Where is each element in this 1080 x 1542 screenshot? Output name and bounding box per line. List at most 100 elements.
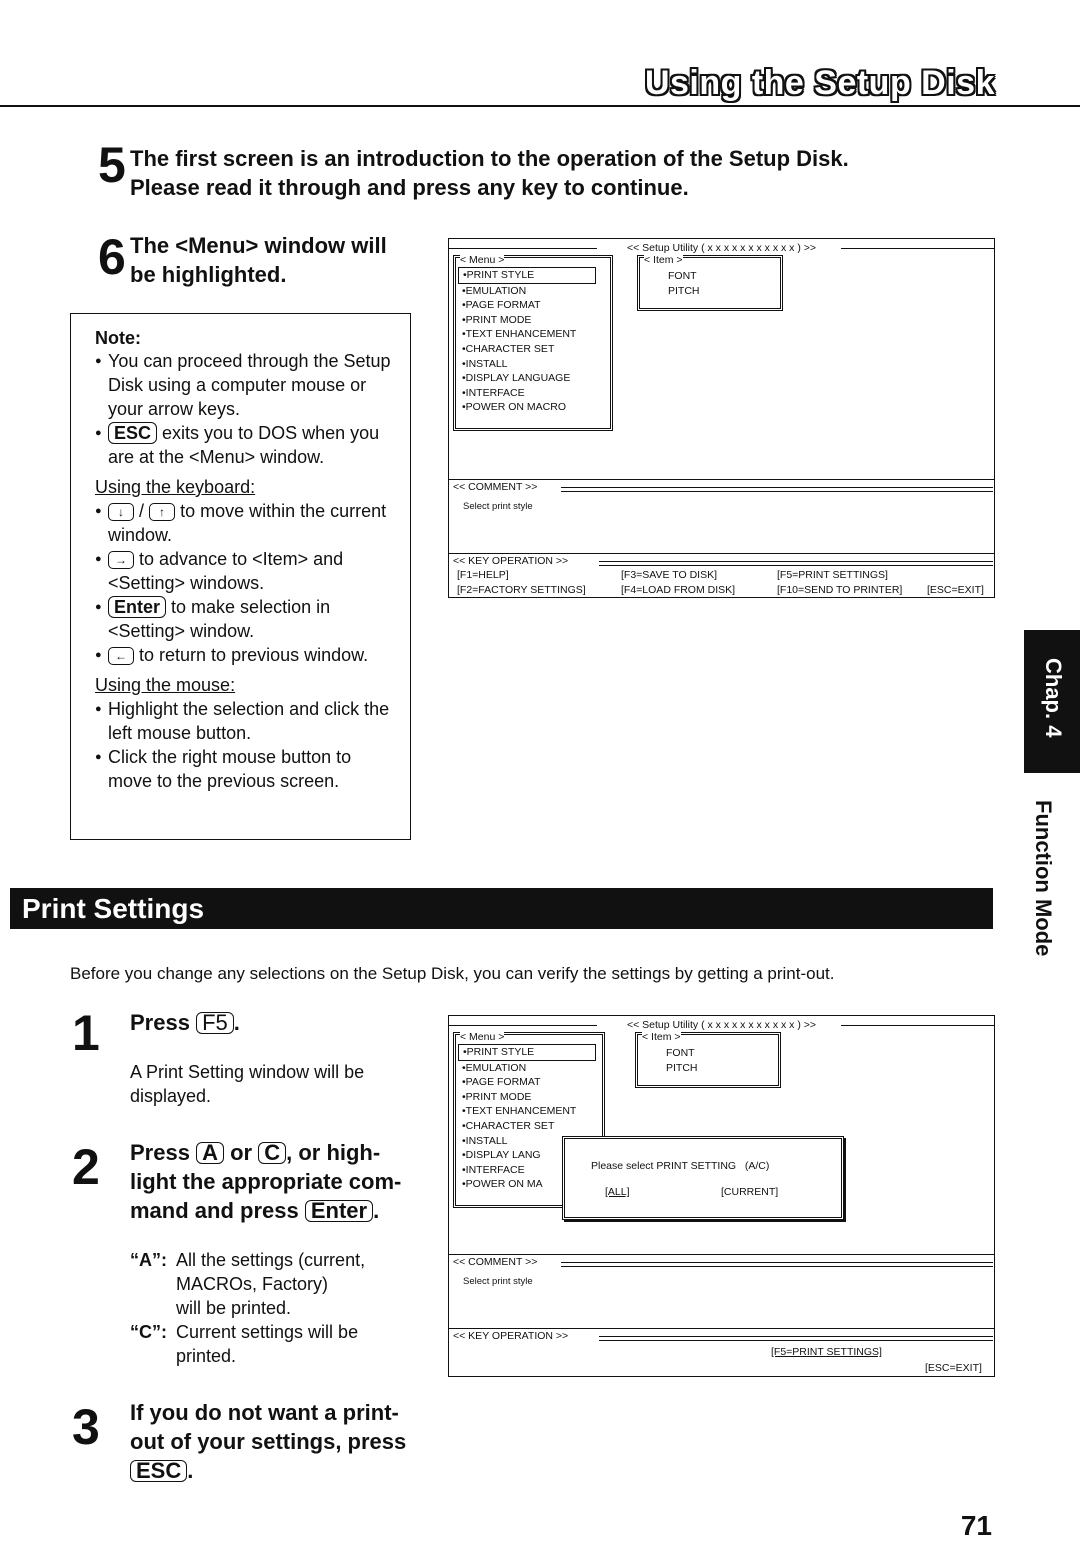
step-line: The first screen is an introduction to t… — [130, 146, 849, 171]
menu-item[interactable]: •DISPLAY LANGUAGE — [458, 371, 596, 386]
enter-key-icon: Enter — [108, 596, 167, 618]
comment-text: Select print style — [463, 501, 533, 512]
item-label: < Item > — [644, 253, 683, 268]
setup-utility-screen-1: << Setup Utility ( x x x x x x x x x x x… — [448, 238, 995, 598]
a-key-icon: A — [196, 1142, 224, 1164]
step-2-text: Press A or C, or high- light the appropr… — [130, 1138, 440, 1225]
setup-utility-screen-2: << Setup Utility ( x x x x x x x x x x x… — [448, 1015, 995, 1377]
note-bullet: Highlight the selection and click the le… — [95, 697, 398, 745]
key-op-esc[interactable]: [ESC=EXIT] — [925, 1361, 982, 1376]
step-text: . — [233, 1010, 240, 1035]
step-number: 3 — [72, 1399, 100, 1455]
key-operation-section: << KEY OPERATION >> [F1=HELP] [F3=SAVE T… — [449, 553, 994, 596]
step-number: 6 — [98, 229, 126, 285]
menu-window: < Menu > •PRINT STYLE •EMULATION •PAGE FOR… — [453, 253, 613, 431]
rule — [561, 487, 993, 492]
option-line: printed. — [176, 1346, 237, 1366]
note-bullet: ← to return to previous window. — [95, 643, 398, 667]
step-text: If you do not want a print- — [130, 1400, 399, 1425]
rule — [841, 1025, 994, 1026]
key-op-esc[interactable]: [ESC=EXIT] — [927, 583, 984, 598]
step-text: . — [373, 1198, 380, 1223]
key-op-f3[interactable]: [F3=SAVE TO DISK] — [621, 568, 717, 583]
menu-item[interactable]: •PAGE FORMAT — [458, 1075, 596, 1090]
option-line: MACROs, Factory) — [176, 1274, 329, 1294]
option-line: Current settings will be — [176, 1322, 359, 1342]
esc-key-icon: ESC — [130, 1460, 188, 1482]
menu-item[interactable]: •EMULATION — [458, 1061, 596, 1076]
step-text: Press — [130, 1010, 190, 1035]
step-3-text: If you do not want a print- out of your … — [130, 1398, 440, 1485]
dialog-current-button[interactable]: [CURRENT] — [721, 1185, 778, 1200]
menu-item[interactable]: •TEXT ENHANCEMENT — [458, 1104, 596, 1119]
c-key-icon: C — [258, 1142, 287, 1164]
key-op-f5[interactable]: [F5=PRINT SETTINGS] — [771, 1345, 882, 1360]
comment-label: << COMMENT >> — [453, 1255, 542, 1270]
step-line: Please read it through and press any key… — [130, 175, 689, 200]
key-op-f2[interactable]: [F2=FACTORY SETTINGS] — [457, 583, 586, 598]
menu-item[interactable]: •POWER ON MACRO — [458, 400, 596, 415]
menu-label: < Menu > — [460, 1030, 505, 1045]
step-2-options: “A”: All the settings (current, MACROs, … — [130, 1248, 430, 1368]
dialog-all-button[interactable]: [ALL] — [605, 1185, 630, 1200]
item-option[interactable]: PITCH — [666, 1061, 698, 1076]
item-option[interactable]: FONT — [668, 269, 697, 284]
f5-key-icon: F5 — [196, 1012, 234, 1034]
menu-label: < Menu > — [460, 253, 505, 268]
chapter-tab: Chap. 4 — [1024, 630, 1080, 773]
arrow-up-key-icon: ↑ — [149, 503, 176, 522]
note-bullet: Click the right mouse button to move to … — [95, 745, 398, 793]
rule — [841, 248, 994, 249]
step-text: , or high- — [286, 1140, 381, 1165]
key-operation-section: << KEY OPERATION >> [F5=PRINT SETTINGS] … — [449, 1328, 994, 1374]
option-line: will be printed. — [176, 1298, 292, 1318]
page-number: 71 — [960, 1510, 992, 1541]
note-bullet: ESC exits you to DOS when you are at the… — [95, 421, 398, 469]
step-line: be highlighted. — [130, 262, 287, 287]
chapter-label: Chap. 4 — [1041, 658, 1066, 738]
menu-item[interactable]: •INTERFACE — [458, 386, 596, 401]
menu-item[interactable]: •EMULATION — [458, 284, 596, 299]
mouse-heading: Using the mouse: — [95, 675, 236, 695]
comment-section: << COMMENT >> Select print style — [449, 1254, 994, 1287]
item-window: < Item > FONT PITCH — [635, 1030, 781, 1088]
key-op-f4[interactable]: [F4=LOAD FROM DISK] — [621, 583, 735, 598]
menu-item[interactable]: •PRINT MODE — [458, 1090, 596, 1105]
note-bullet: You can proceed through the Setup Disk u… — [95, 349, 398, 421]
note-bullet-text: to return to previous window. — [139, 645, 369, 665]
menu-item[interactable]: •INSTALL — [458, 357, 596, 372]
step-text: Press — [130, 1140, 190, 1165]
key-op-f1[interactable]: [F1=HELP] — [457, 568, 509, 583]
menu-item[interactable]: •CHARACTER SET — [458, 1119, 596, 1134]
key-op-f10[interactable]: [F10=SEND TO PRINTER] — [777, 583, 902, 598]
comment-text: Select print style — [463, 1276, 533, 1287]
step-number: 5 — [98, 137, 126, 193]
note-heading: Note: — [95, 328, 141, 348]
page-header-title: Using the Setup Disk — [644, 64, 995, 102]
menu-item[interactable]: •PRINT STYLE — [458, 267, 596, 284]
step-5-text: The first screen is an introduction to t… — [130, 144, 980, 202]
menu-item[interactable]: •PRINT MODE — [458, 313, 596, 328]
rule — [449, 1025, 597, 1026]
enter-key-icon: Enter — [304, 1200, 374, 1222]
dialog-prompt: Please select PRINT SETTING (A/C) — [591, 1160, 770, 1172]
keyboard-heading: Using the keyboard: — [95, 477, 256, 497]
option-c: “C”: Current settings will be printed. — [130, 1320, 430, 1368]
item-option[interactable]: PITCH — [668, 284, 700, 299]
key-op-f5[interactable]: [F5=PRINT SETTINGS] — [777, 568, 888, 583]
step-text: . — [187, 1458, 194, 1483]
menu-item[interactable]: •PAGE FORMAT — [458, 298, 596, 313]
menu-item[interactable]: •CHARACTER SET — [458, 342, 596, 357]
key-operation-label: << KEY OPERATION >> — [453, 1329, 573, 1344]
menu-item[interactable]: •TEXT ENHANCEMENT — [458, 327, 596, 342]
key-operation-label: << KEY OPERATION >> — [453, 554, 573, 569]
menu-list: •PRINT STYLE •EMULATION •PAGE FORMAT •PRINT… — [458, 267, 596, 415]
menu-item[interactable]: •PRINT STYLE — [458, 1044, 596, 1061]
note-bullet: ↓ / ↑ to move within the current window. — [95, 499, 398, 547]
item-option[interactable]: FONT — [666, 1046, 695, 1061]
step-text: light the appropriate com- — [130, 1169, 402, 1194]
step-1-desc: A Print Setting window will be displayed… — [130, 1062, 365, 1106]
note-bullet: Enter to make selection in <Setting> win… — [95, 595, 398, 643]
step-text: out of your settings, press — [130, 1429, 407, 1454]
option-desc: All the settings (current, MACROs, Facto… — [176, 1248, 365, 1320]
